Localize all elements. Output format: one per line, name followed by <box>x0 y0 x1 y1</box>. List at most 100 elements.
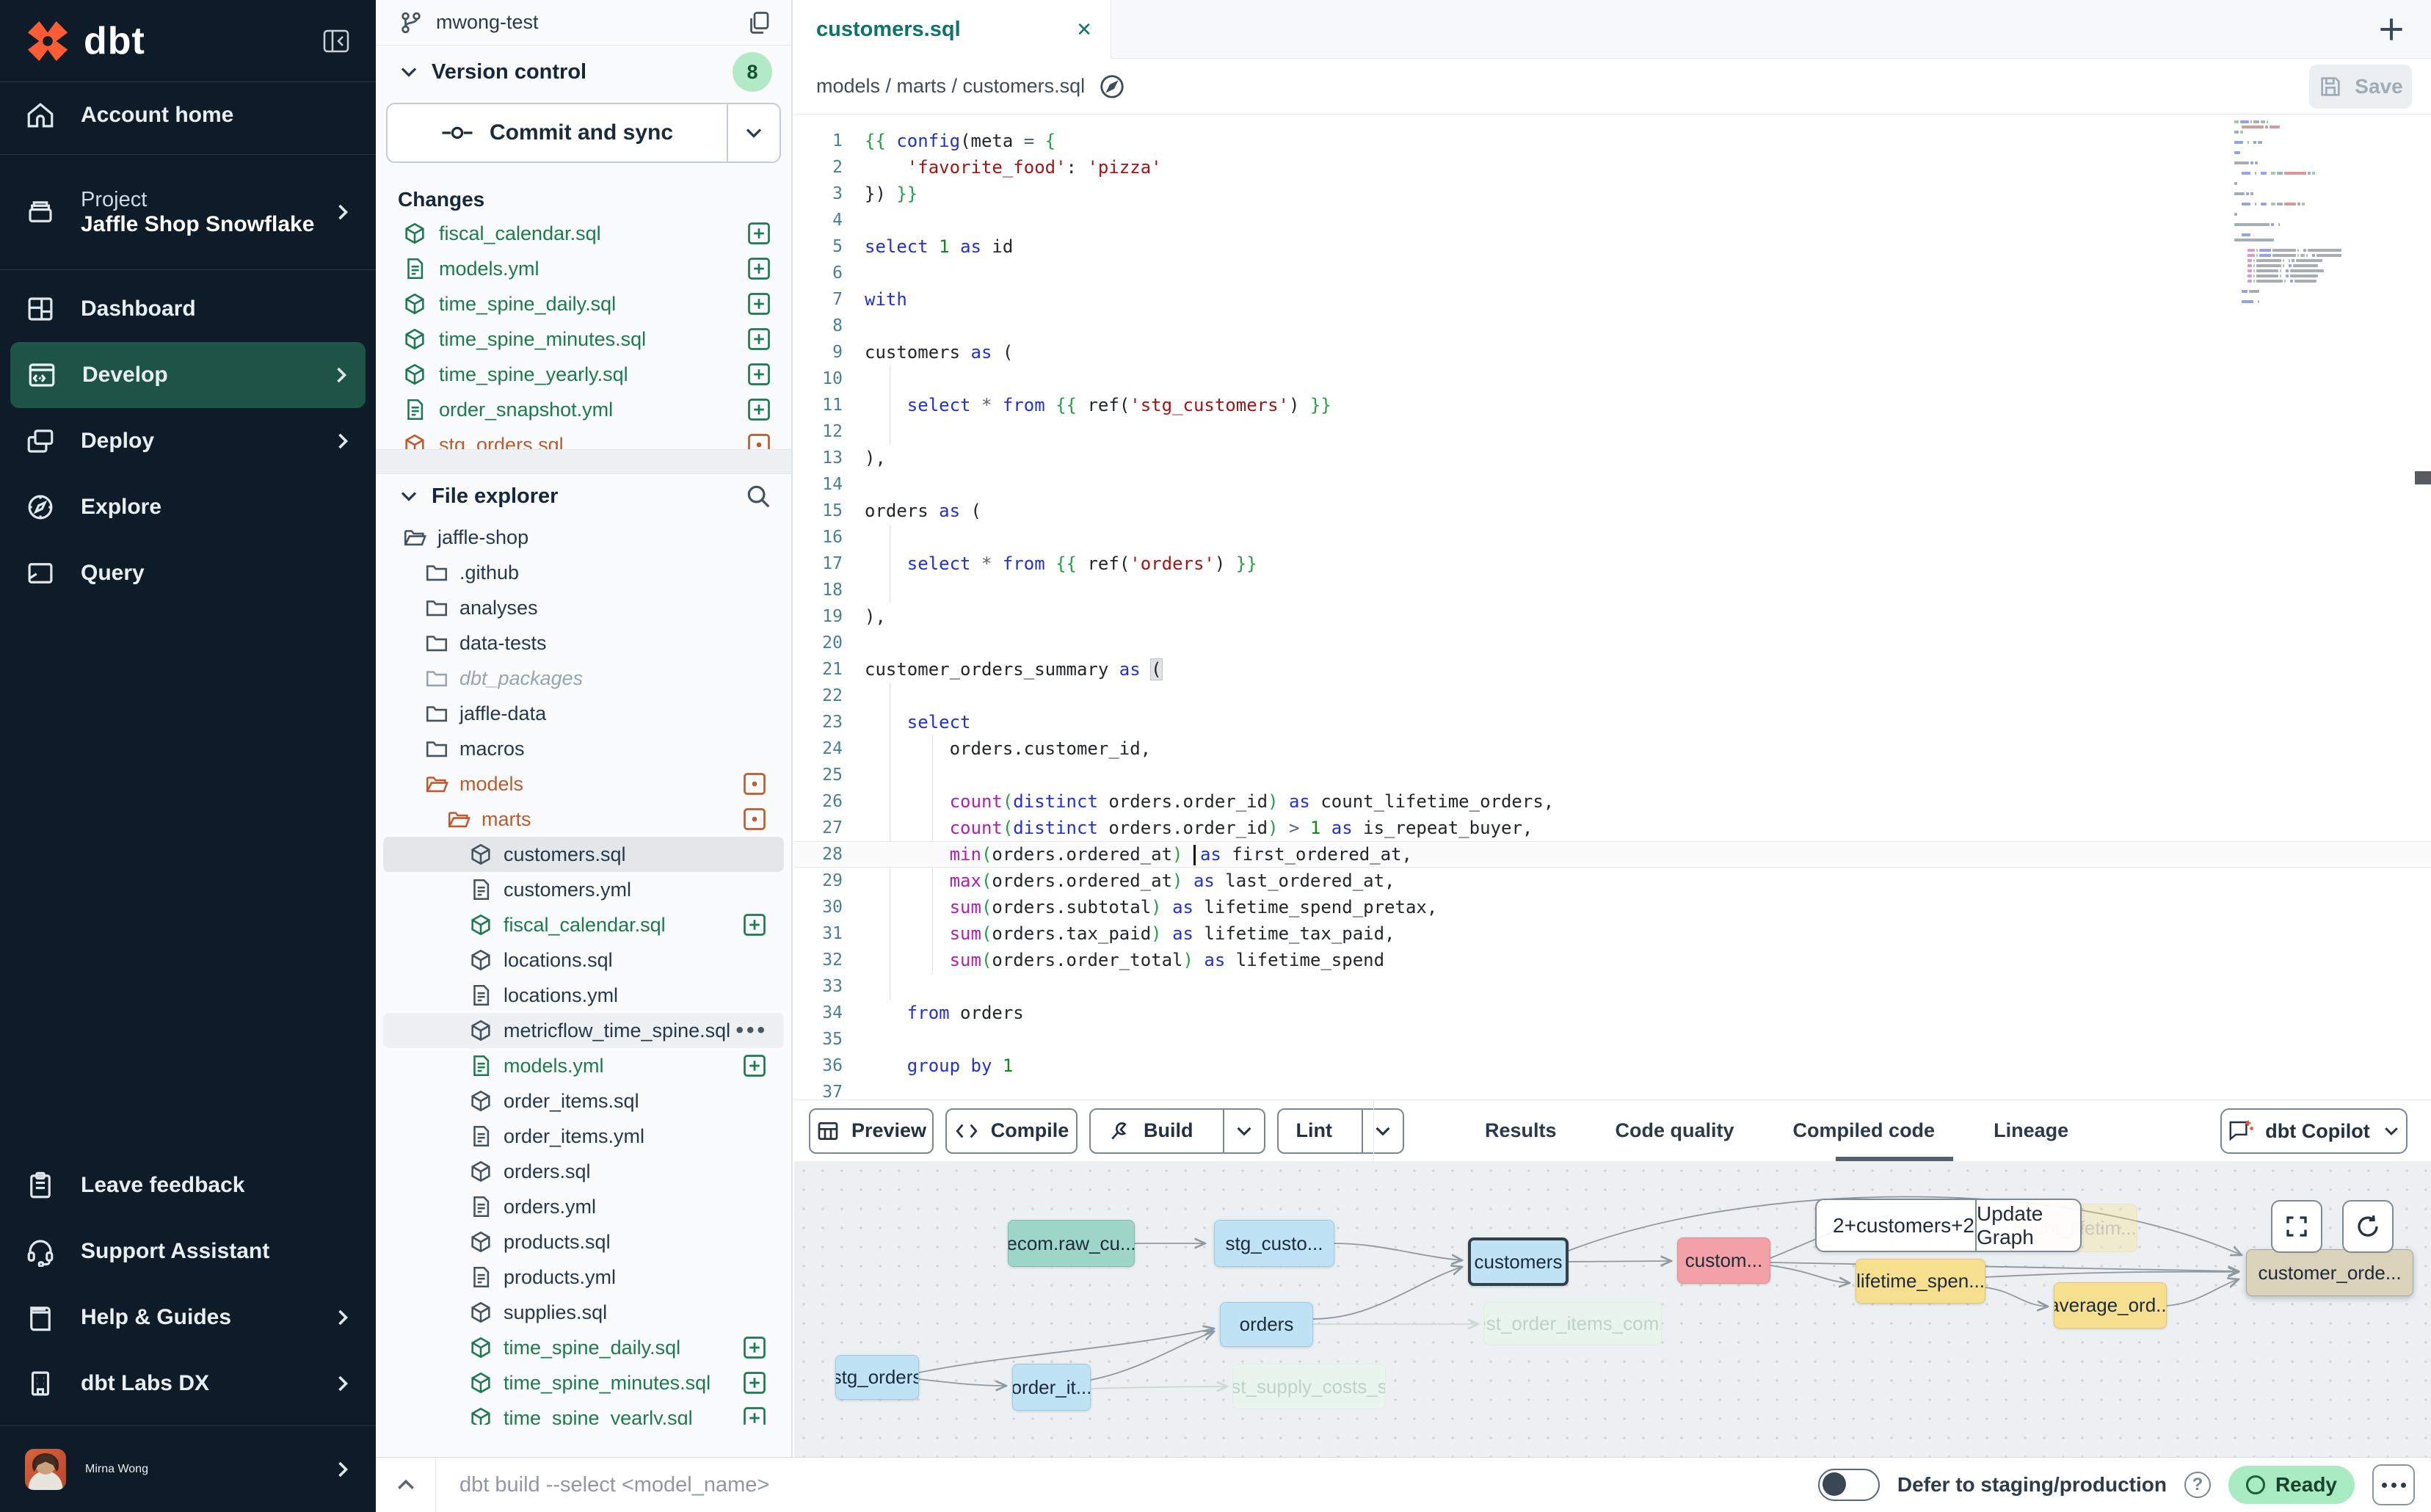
code-line-35[interactable]: 35 <box>794 1026 2431 1053</box>
stage-add-icon[interactable] <box>746 291 772 317</box>
code-line-13[interactable]: 13), <box>794 445 2431 471</box>
code-line-10[interactable]: 10 <box>794 366 2431 392</box>
breadcrumb[interactable]: models / marts / customers.sql <box>816 75 1085 98</box>
file-tree-item-supplies-sql[interactable]: supplies.sql <box>383 1295 784 1330</box>
stage-add-icon[interactable] <box>746 255 772 282</box>
code-line-7[interactable]: 7with <box>794 286 2431 313</box>
lineage-node-customer-orde-[interactable]: customer_orde... <box>2246 1249 2413 1296</box>
lineage-node-stg-custo-[interactable]: stg_custo... <box>1214 1220 1334 1267</box>
code-line-21[interactable]: 21customer_orders_summary as ( <box>794 656 2431 683</box>
stage-add-icon[interactable] <box>741 1334 768 1361</box>
file-tree-item-data-tests[interactable]: data-tests <box>383 625 784 661</box>
command-input[interactable]: dbt build --select <model_name> <box>459 1473 769 1497</box>
save-button[interactable]: Save <box>2309 65 2412 109</box>
lineage-node-custom-[interactable]: custom... <box>1677 1237 1770 1284</box>
stage-add-icon[interactable] <box>746 361 772 388</box>
more-options-button[interactable] <box>2372 1464 2415 1505</box>
tab-results[interactable]: Results <box>1485 1119 1557 1142</box>
change-item[interactable]: models.yml <box>376 251 791 286</box>
sidebar-item-help-guides[interactable]: Help & Guides <box>0 1284 376 1351</box>
code-line-23[interactable]: 23 select <box>794 709 2431 735</box>
lineage-node-ecom-raw-cu-[interactable]: ecom.raw_cu... <box>1008 1220 1135 1267</box>
minimap[interactable] <box>2234 120 2344 330</box>
change-item[interactable]: time_spine_minutes.sql <box>376 321 791 357</box>
sidebar-item-deploy[interactable]: Deploy <box>0 408 376 474</box>
code-editor[interactable]: 1{{ config(meta = {2 'favorite_food': 'p… <box>794 115 2431 1100</box>
search-icon[interactable] <box>744 482 772 510</box>
code-line-20[interactable]: 20 <box>794 630 2431 656</box>
file-tree-item--github[interactable]: .github <box>383 555 784 590</box>
defer-toggle[interactable] <box>1818 1469 1880 1501</box>
tab-customers-sql[interactable]: customers.sql × <box>794 0 1111 59</box>
lint-options-chevron[interactable] <box>1362 1110 1403 1152</box>
stage-add-icon[interactable] <box>746 326 772 352</box>
sidebar-item-dbt-labs-dx[interactable]: dbt Labs DX <box>0 1351 376 1417</box>
code-line-27[interactable]: 27 count(distinct orders.order_id) > 1 a… <box>794 815 2431 841</box>
file-tree-item-marts[interactable]: marts <box>383 802 784 837</box>
commit-and-sync-button[interactable]: Commit and sync <box>386 103 781 163</box>
modified-icon[interactable] <box>741 806 768 832</box>
file-tree-item-order-items-sql[interactable]: order_items.sql <box>383 1083 784 1119</box>
lineage-node-test-order-items-com-[interactable]: test_order_items_com... <box>1483 1302 1662 1345</box>
code-line-34[interactable]: 34 from orders <box>794 1000 2431 1026</box>
lint-button[interactable]: Lint <box>1277 1108 1404 1154</box>
build-options-chevron[interactable] <box>1223 1110 1264 1152</box>
code-line-17[interactable]: 17 select * from {{ ref('orders') }} <box>794 550 2431 577</box>
new-tab-button[interactable] <box>2374 12 2409 47</box>
file-tree-item-products-sql[interactable]: products.sql <box>383 1224 784 1260</box>
file-tree-item-customers-yml[interactable]: customers.yml <box>383 872 784 907</box>
code-line-4[interactable]: 4 <box>794 207 2431 233</box>
code-line-3[interactable]: 3}) }} <box>794 181 2431 207</box>
file-tree-item-dbt-packages[interactable]: dbt_packages <box>383 661 784 696</box>
code-line-15[interactable]: 15orders as ( <box>794 498 2431 524</box>
file-tree-item-analyses[interactable]: analyses <box>383 590 784 625</box>
change-item[interactable]: time_spine_daily.sql <box>376 286 791 321</box>
change-item[interactable]: fiscal_calendar.sql <box>376 216 791 251</box>
code-line-29[interactable]: 29 max(orders.ordered_at) as last_ordere… <box>794 868 2431 894</box>
lineage-node-orders[interactable]: orders <box>1220 1302 1313 1347</box>
sidebar-collapse-icon[interactable] <box>321 26 351 56</box>
tab-lineage[interactable]: Lineage <box>1994 1119 2068 1142</box>
explore-compass-icon[interactable] <box>1098 73 1126 101</box>
modified-icon[interactable] <box>741 771 768 797</box>
code-line-33[interactable]: 33 <box>794 973 2431 1000</box>
version-control-header[interactable]: Version control 8 <box>376 46 791 98</box>
file-tree-item-models[interactable]: models <box>383 766 784 802</box>
file-tree-item-locations-sql[interactable]: locations.sql <box>383 942 784 978</box>
help-icon[interactable]: ? <box>2184 1472 2211 1498</box>
code-line-2[interactable]: 2 'favorite_food': 'pizza' <box>794 154 2431 181</box>
expand-command-icon[interactable] <box>376 1458 436 1512</box>
lineage-node-stg-orders[interactable]: stg_orders <box>835 1355 919 1400</box>
change-item[interactable]: order_snapshot.yml <box>376 392 791 427</box>
change-item[interactable]: stg_orders.sql <box>376 427 791 449</box>
stage-add-icon[interactable] <box>741 1370 768 1396</box>
code-line-26[interactable]: 26 count(distinct orders.order_id) as co… <box>794 788 2431 815</box>
sidebar-item-dashboard[interactable]: Dashboard <box>0 276 376 342</box>
lineage-node-lifetime-spen-[interactable]: lifetime_spen... <box>1856 1259 1985 1304</box>
fullscreen-button[interactable] <box>2271 1200 2322 1253</box>
branch-name[interactable]: mwong-test <box>436 11 539 34</box>
code-line-14[interactable]: 14 <box>794 471 2431 498</box>
code-line-5[interactable]: 5select 1 as id <box>794 233 2431 260</box>
preview-button[interactable]: Preview <box>809 1108 934 1154</box>
file-tree-item-time-spine-yearly-sql[interactable]: time_spine_yearly.sql <box>383 1400 784 1425</box>
code-line-16[interactable]: 16 <box>794 524 2431 550</box>
lineage-node-customers[interactable]: customers <box>1468 1237 1569 1286</box>
code-line-19[interactable]: 19), <box>794 603 2431 630</box>
file-tree-item-macros[interactable]: macros <box>383 731 784 766</box>
lineage-canvas[interactable]: count_lifetim...ecom.raw_cu...stg_custo.… <box>794 1161 2431 1457</box>
sidebar-item-account-home[interactable]: Account home <box>0 82 376 148</box>
scrollbar-thumb[interactable] <box>2415 471 2431 484</box>
sidebar-item-project[interactable]: ProjectJaffle Shop Snowflake <box>0 161 376 263</box>
close-icon[interactable]: × <box>1077 17 1091 42</box>
stage-add-icon[interactable] <box>741 1053 768 1079</box>
file-tree-item-locations-yml[interactable]: locations.yml <box>383 978 784 1013</box>
file-tree-item-products-yml[interactable]: products.yml <box>383 1260 784 1295</box>
copy-icon[interactable] <box>746 10 772 36</box>
lineage-search-input[interactable]: 2+customers+2 <box>1817 1200 1975 1251</box>
file-tree-item-jaffle-shop[interactable]: jaffle-shop <box>383 520 784 555</box>
change-item[interactable]: time_spine_yearly.sql <box>376 357 791 392</box>
sidebar-item-explore[interactable]: Explore <box>0 474 376 540</box>
code-line-37[interactable]: 37 <box>794 1079 2431 1100</box>
lineage-node-average-ord-[interactable]: average_ord... <box>2054 1282 2167 1329</box>
